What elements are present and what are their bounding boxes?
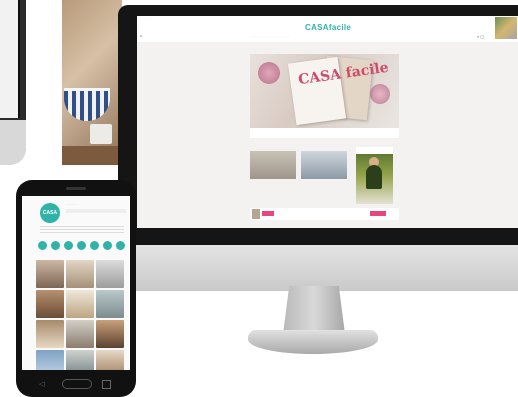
- flower-image: [370, 84, 390, 104]
- profile-avatar[interactable]: CASA: [40, 203, 60, 223]
- story-highlight[interactable]: [116, 241, 125, 250]
- story-highlight[interactable]: [38, 241, 47, 250]
- article-card-image[interactable]: [301, 151, 347, 179]
- main-navigation: · · · · · · · · · · · · · · · · · · · · …: [249, 35, 289, 38]
- post-thumbnail[interactable]: [66, 320, 94, 348]
- post-thumbnail[interactable]: [96, 320, 124, 348]
- ad-header: [356, 147, 393, 154]
- post-thumbnail[interactable]: [66, 290, 94, 318]
- subscribe-bar: [250, 208, 399, 220]
- subscribe-thumbnail: [252, 209, 260, 219]
- post-grid: [36, 260, 124, 370]
- flower-image: [258, 62, 280, 84]
- story-highlight[interactable]: [64, 241, 73, 250]
- profile-stats: · · · · · · · ·: [66, 203, 78, 206]
- story-highlight[interactable]: [77, 241, 86, 250]
- website-screen: · · · · · · · · ▪▪ CASAfacile · · · · · …: [137, 16, 518, 228]
- advertisement[interactable]: [356, 147, 393, 204]
- cup-image: [90, 124, 112, 144]
- story-highlight[interactable]: [103, 241, 112, 250]
- post-thumbnail[interactable]: [66, 350, 94, 370]
- profile-bio: [40, 226, 124, 235]
- laptop-base: [0, 120, 26, 165]
- post-thumbnail[interactable]: [96, 290, 124, 318]
- laptop-screen: [0, 0, 20, 118]
- flag-icon[interactable]: ▪▪: [140, 34, 142, 38]
- wood-board-image: [62, 146, 122, 165]
- story-highlight[interactable]: [51, 241, 60, 250]
- laptop-device: [0, 0, 26, 165]
- header-magazine-cover-image[interactable]: [495, 17, 517, 39]
- nav-link[interactable]: · · · · · · · · · · · · · · · · · · · · …: [249, 35, 289, 38]
- subscribe-cta-button[interactable]: [370, 211, 386, 216]
- follow-button[interactable]: [66, 209, 126, 213]
- bowl-image: [64, 88, 110, 121]
- smartphone: CASA · · · · · · · · ◁: [16, 180, 136, 397]
- background-kitchen-photo: [62, 0, 122, 165]
- post-thumbnail[interactable]: [66, 260, 94, 288]
- post-thumbnail[interactable]: [96, 260, 124, 288]
- monitor-foot: [248, 330, 378, 354]
- monitor-chin: [118, 245, 518, 291]
- article-card-image[interactable]: [250, 151, 296, 179]
- instagram-profile-screen: CASA · · · · · · · ·: [22, 196, 130, 370]
- phone-camera: [66, 187, 86, 190]
- post-thumbnail[interactable]: [36, 290, 64, 318]
- person-image: [366, 165, 382, 189]
- post-thumbnail[interactable]: [36, 350, 64, 370]
- recent-apps-icon[interactable]: [102, 380, 111, 389]
- post-thumbnail[interactable]: [36, 260, 64, 288]
- post-thumbnail[interactable]: [36, 320, 64, 348]
- hero-caption-bar[interactable]: [250, 128, 399, 138]
- site-logo[interactable]: CASAfacile: [305, 23, 351, 32]
- hero-banner[interactable]: CASA facile: [250, 54, 399, 128]
- website-header: · · · · · · · · ▪▪ CASAfacile · · · · · …: [137, 16, 518, 42]
- home-button[interactable]: [62, 379, 92, 389]
- monitor-stand: [283, 286, 345, 334]
- post-thumbnail[interactable]: [96, 350, 124, 370]
- back-icon[interactable]: ◁: [39, 380, 44, 388]
- subscribe-button[interactable]: [262, 211, 274, 216]
- search-icon[interactable]: ⌕ ▢: [477, 34, 484, 39]
- story-highlight[interactable]: [90, 241, 99, 250]
- header-small-links: · · · · · · · ·: [140, 18, 151, 20]
